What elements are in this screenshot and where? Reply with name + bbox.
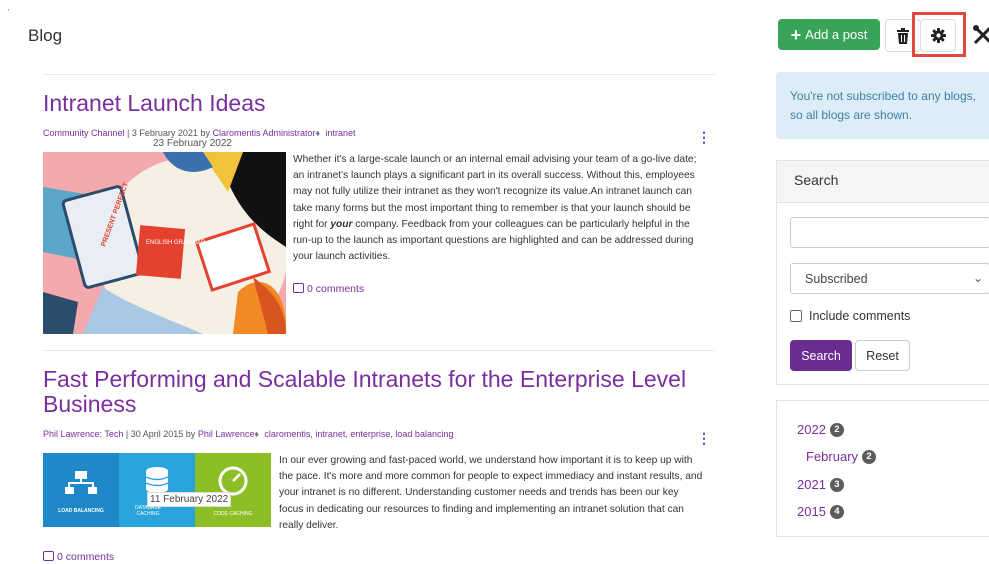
post-meta: Community Channel | 3 February 2021 by C… (43, 128, 356, 138)
image-panel: CODE CACHING (195, 453, 271, 527)
post-title[interactable]: Intranet Launch Ideas (43, 91, 266, 116)
count-badge: 2 (829, 422, 844, 437)
tools-icon (973, 25, 989, 45)
post-date: 3 February 2021 (131, 128, 198, 138)
settings-highlight-box (912, 12, 966, 57)
post-by: by (200, 128, 210, 138)
image-panel: LOAD BALANCING (43, 453, 119, 527)
add-post-button[interactable]: + Add a post (778, 19, 880, 50)
archive-label: 2022 (797, 422, 826, 437)
post-by: by (185, 429, 196, 439)
search-input[interactable] (790, 217, 989, 248)
post-image[interactable]: LOAD BALANCING DATABASE CACHING CODE CAC… (43, 453, 271, 527)
comments-link[interactable]: 0 comments (43, 551, 114, 563)
post-author-link[interactable]: Phil Lawrence (198, 429, 255, 439)
archive-item-2021[interactable]: 2021 3 (797, 477, 844, 492)
comments-label: 0 comments (307, 283, 365, 295)
archive-label: February (806, 449, 859, 464)
post-menu-icon[interactable]: ⋮ (697, 129, 711, 146)
archive-item-february[interactable]: February 2 (806, 449, 877, 464)
include-comments-row: Include comments (790, 309, 910, 323)
image-grammar-text: ENGLISH GRAMMAR (146, 240, 206, 246)
tools-button[interactable] (970, 22, 989, 50)
search-button[interactable]: Search (790, 340, 852, 371)
load-balancing-icon (65, 471, 97, 494)
post-channel-link[interactable]: Phil Lawrence: Tech (43, 429, 123, 439)
select-value: Subscribed (805, 272, 868, 286)
image-panel-label: LOAD BALANCING (58, 508, 104, 514)
post-title[interactable]: Fast Performing and Scalable Intranets f… (43, 367, 703, 417)
post-excerpt: Whether it's a large-scale launch or an … (293, 152, 708, 265)
archive-item-2015[interactable]: 2015 4 (797, 504, 844, 519)
post-image[interactable]: PRESENT PERFECT ENGLISH GRAMMAR (43, 152, 286, 334)
post-date: 30 April 2015 (130, 429, 184, 439)
add-post-label: Add a post (805, 27, 868, 42)
page-title: Blog (28, 26, 63, 45)
include-comments-label: Include comments (809, 309, 911, 323)
comments-link[interactable]: 0 comments (293, 283, 364, 295)
post-excerpt: In our ever growing and fast-paced world… (279, 455, 703, 531)
archive-label: 2021 (797, 477, 826, 492)
image-date: 11 February 2022 (147, 492, 232, 507)
count-badge: 4 (829, 504, 844, 519)
count-badge: 2 (862, 449, 877, 464)
tag-icon: ♦ (315, 128, 321, 138)
archive-item-2022[interactable]: 2022 2 (797, 422, 844, 437)
plus-icon: + (790, 24, 802, 45)
trash-icon (897, 27, 909, 44)
chevron-down-icon: ⌄ (972, 271, 983, 285)
excerpt-emphasis: your (330, 218, 353, 230)
post-list (43, 74, 715, 75)
post-tags-link[interactable]: intranet (326, 128, 356, 138)
comment-icon (293, 283, 304, 293)
search-heading: Search (777, 161, 989, 203)
image-panel-label: CODE CACHING (213, 511, 253, 517)
post-tags-link[interactable]: claromentis, intranet, enterprise, load … (264, 429, 453, 439)
post-author-link[interactable]: Claromentis Administrator (212, 128, 315, 138)
post-channel-link[interactable]: Community Channel (43, 128, 125, 138)
subscription-filter-select[interactable]: Subscribed ⌄ (790, 263, 989, 294)
search-panel: Search Subscribed ⌄ Include comments Sea… (776, 160, 989, 385)
divider (43, 74, 715, 75)
tag-icon: ♦ (254, 429, 259, 439)
post-meta: Phil Lawrence: Tech | 30 April 2015 by P… (43, 429, 454, 439)
count-badge: 3 (829, 477, 844, 492)
post-menu-icon[interactable]: ⋮ (697, 430, 711, 447)
image-panel: DATABASE CACHING (119, 453, 195, 527)
divider (43, 350, 715, 351)
reset-button[interactable]: Reset (855, 340, 910, 371)
include-comments-checkbox[interactable] (790, 310, 802, 322)
corner-mark: ' (8, 8, 10, 17)
comments-label: 0 comments (57, 551, 115, 563)
subscription-info: You're not subscribed to any blogs, so a… (776, 72, 989, 139)
comment-icon (43, 551, 54, 561)
image-date: 23 February 2022 (153, 138, 232, 149)
archive-label: 2015 (797, 504, 826, 519)
excerpt-text-after: company. Feedback from your colleagues c… (293, 218, 694, 263)
archive-panel: 2022 2 February 2 2021 3 2015 4 (776, 400, 989, 537)
